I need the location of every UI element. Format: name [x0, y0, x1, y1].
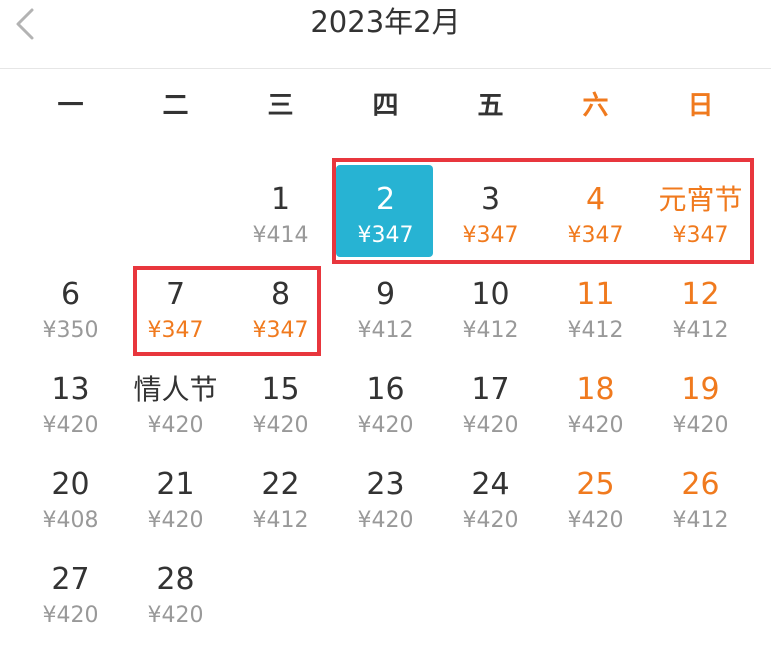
calendar-day-cell[interactable]: 6 ¥350	[18, 248, 123, 343]
day-number: 25	[576, 467, 615, 502]
day-number: 10	[471, 277, 510, 312]
calendar-day-cell[interactable]: 1 ¥414	[228, 153, 333, 248]
calendar-day-cell[interactable]: 9 ¥412	[333, 248, 438, 343]
day-price: ¥420	[252, 413, 309, 438]
day-price: ¥414	[252, 223, 309, 248]
day-number: 20	[51, 467, 90, 502]
day-price: ¥420	[567, 508, 624, 533]
day-number: 8	[270, 277, 291, 312]
day-price: ¥347	[567, 223, 624, 248]
day-price: ¥420	[42, 413, 99, 438]
day-price: ¥347	[252, 318, 309, 343]
day-price: ¥350	[42, 318, 99, 343]
calendar-day-cell[interactable]: 24 ¥420	[438, 438, 543, 533]
month-title: 2023年2月	[310, 5, 461, 39]
day-number: 15	[261, 372, 300, 407]
day-price: ¥347	[357, 223, 414, 248]
day-number: 4	[585, 182, 606, 217]
day-price: ¥420	[672, 413, 729, 438]
day-price: ¥347	[462, 223, 519, 248]
calendar-day-cell[interactable]: 17 ¥420	[438, 343, 543, 438]
day-price: ¥347	[672, 223, 729, 248]
day-number: 11	[576, 277, 615, 312]
day-number: 1	[270, 182, 291, 217]
day-number: 2	[375, 182, 396, 217]
weekday-label: 四	[372, 91, 399, 121]
day-number: 19	[681, 372, 720, 407]
day-number: 21	[156, 467, 195, 502]
day-number: 3	[480, 182, 501, 217]
day-number: 7	[165, 277, 186, 312]
calendar-day-cell[interactable]: 21 ¥420	[123, 438, 228, 533]
day-number: 17	[471, 372, 510, 407]
day-price: ¥412	[357, 318, 414, 343]
day-number: 12	[681, 277, 720, 312]
calendar-day-cell[interactable]: 8 ¥347	[228, 248, 333, 343]
day-number: 22	[261, 467, 300, 502]
calendar-day-cell[interactable]: 18 ¥420	[543, 343, 648, 438]
festival-label: 情人节	[133, 373, 218, 406]
calendar-day-cell[interactable]: 4 ¥347	[543, 153, 648, 248]
day-price: ¥420	[147, 603, 204, 628]
day-price: ¥420	[462, 508, 519, 533]
calendar-day-cell[interactable]: 26 ¥412	[648, 438, 753, 533]
day-number: 27	[51, 562, 90, 597]
day-price: ¥412	[252, 508, 309, 533]
calendar-day-cell[interactable]: 3 ¥347	[438, 153, 543, 248]
calendar-day-cell[interactable]: 28 ¥420	[123, 533, 228, 628]
calendar-day-cell[interactable]: 2 ¥347	[333, 153, 438, 257]
calendar-header: 2023年2月	[0, 0, 771, 69]
calendar-day-cell[interactable]: 22 ¥412	[228, 438, 333, 533]
day-price: ¥347	[147, 318, 204, 343]
weekday-label: 一	[57, 91, 84, 121]
day-price: ¥420	[147, 413, 204, 438]
calendar-day-cell[interactable]: 7 ¥347	[123, 248, 228, 343]
calendar-day-cell[interactable]: 23 ¥420	[333, 438, 438, 533]
weekday-label: 三	[267, 91, 294, 121]
calendar-day-cell[interactable]: 13 ¥420	[18, 343, 123, 438]
day-number: 24	[471, 467, 510, 502]
weekday-label: 六	[582, 91, 609, 121]
day-price: ¥412	[672, 318, 729, 343]
festival-label: 元宵节	[658, 183, 743, 216]
calendar-day-cell[interactable]: 情人节 ¥420	[123, 343, 228, 438]
calendar-day-cell[interactable]: 元宵节 ¥347	[648, 153, 753, 248]
calendar-day-cell[interactable]: 27 ¥420	[18, 533, 123, 628]
calendar-day-cell[interactable]: 20 ¥408	[18, 438, 123, 533]
day-price: ¥420	[147, 508, 204, 533]
calendar-day-cell[interactable]: 15 ¥420	[228, 343, 333, 438]
day-price: ¥420	[567, 413, 624, 438]
weekday-row: 一二三四五六日	[18, 88, 753, 124]
calendar-day-cell[interactable]: 11 ¥412	[543, 248, 648, 343]
day-number: 28	[156, 562, 195, 597]
calendar-day-cell[interactable]: 10 ¥412	[438, 248, 543, 343]
calendar-page: 2023年2月 一 二 三 四 五 六 日 1 ¥414 2 ¥347 3 ¥347 4 ¥347 元宵节 ¥…	[0, 0, 771, 646]
day-price: ¥420	[357, 508, 414, 533]
weekday-label: 日	[687, 91, 714, 121]
day-number: 23	[366, 467, 405, 502]
calendar-day-cell[interactable]: 19 ¥420	[648, 343, 753, 438]
day-price: ¥420	[357, 413, 414, 438]
day-number: 16	[366, 372, 405, 407]
day-number: 18	[576, 372, 615, 407]
day-number: 6	[60, 277, 81, 312]
day-price: ¥408	[42, 508, 99, 533]
day-price: ¥412	[462, 318, 519, 343]
day-price: ¥412	[672, 508, 729, 533]
calendar-grid: 1 ¥414 2 ¥347 3 ¥347 4 ¥347 元宵节 ¥347 6 ¥350 7 ¥347 8 ¥3…	[18, 153, 753, 633]
calendar-day-cell[interactable]: 16 ¥420	[333, 343, 438, 438]
day-price: ¥420	[42, 603, 99, 628]
weekday-label: 二	[162, 91, 189, 121]
calendar-day-cell[interactable]: 25 ¥420	[543, 438, 648, 533]
day-number: 26	[681, 467, 720, 502]
day-number: 9	[375, 277, 396, 312]
day-price: ¥420	[462, 413, 519, 438]
calendar-day-cell[interactable]: 12 ¥412	[648, 248, 753, 343]
day-number: 13	[51, 372, 90, 407]
weekday-label: 五	[477, 91, 504, 121]
day-price: ¥412	[567, 318, 624, 343]
